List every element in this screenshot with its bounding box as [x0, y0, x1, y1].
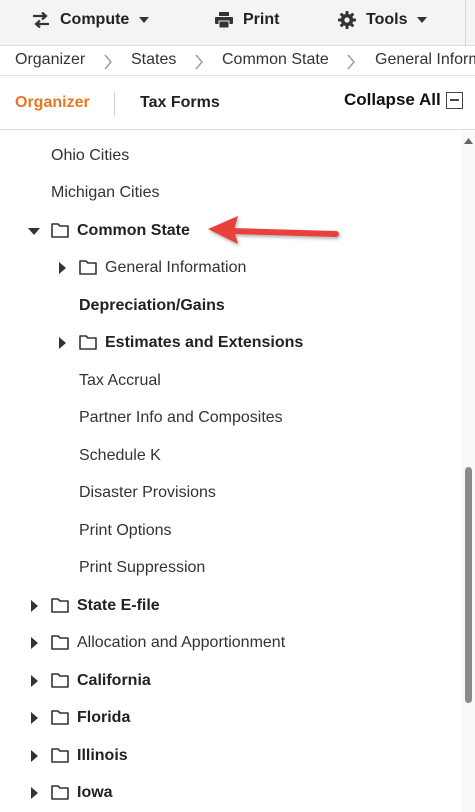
breadcrumb-item-organizer[interactable]: Organizer	[15, 51, 85, 69]
folder-icon	[79, 334, 97, 350]
tree-item-label: Partner Info and Composites	[79, 409, 283, 426]
tree-item-ohio-cities[interactable]: Ohio Cities	[0, 141, 460, 171]
tree-item-print-options[interactable]: Print Options	[0, 516, 460, 546]
folder-icon	[51, 672, 69, 688]
tree-item-label: Print Options	[79, 522, 172, 539]
tree-item-label: California	[77, 672, 151, 689]
chevron-down-icon	[139, 17, 150, 23]
toolbar: Compute Print Tools	[0, 0, 475, 46]
caret-right-icon[interactable]	[27, 748, 41, 764]
caret-right-icon[interactable]	[55, 260, 69, 276]
tree-item-print-suppression[interactable]: Print Suppression	[0, 553, 460, 583]
caret-right-icon[interactable]	[55, 335, 69, 351]
tools-button[interactable]: Tools	[338, 0, 428, 40]
tree-item-california[interactable]: California	[0, 666, 460, 696]
tree-item-general-information[interactable]: General Information	[0, 253, 460, 283]
folder-icon	[51, 597, 69, 613]
tree-item-partner-info-and-composites[interactable]: Partner Info and Composites	[0, 403, 460, 433]
tree-item-state-e-file[interactable]: State E-file	[0, 591, 460, 621]
tree-item-illinois[interactable]: Illinois	[0, 741, 460, 771]
compute-label: Compute	[60, 11, 130, 28]
print-button[interactable]: Print	[215, 0, 279, 40]
tree-item-florida[interactable]: Florida	[0, 703, 460, 733]
folder-icon	[51, 222, 69, 238]
tree-item-label: Illinois	[77, 747, 128, 764]
tree-item-allocation-and-apportionment[interactable]: Allocation and Apportionment	[0, 628, 460, 658]
collapse-all-label: Collapse All	[344, 90, 441, 109]
tree-item-label: General Information	[105, 259, 247, 276]
tree-item-label: Depreciation/Gains	[79, 297, 225, 314]
folder-icon	[51, 784, 69, 800]
caret-down-icon[interactable]	[27, 223, 41, 239]
tree-item-label: Schedule K	[79, 447, 161, 464]
chevron-right-icon	[195, 54, 203, 70]
breadcrumb-item-general-information[interactable]: General Information	[375, 51, 475, 69]
caret-right-icon[interactable]	[27, 673, 41, 689]
gear-icon	[338, 11, 356, 29]
folder-icon	[51, 634, 69, 650]
chevron-right-icon	[104, 54, 112, 70]
tree-item-label: Florida	[77, 709, 131, 726]
chevron-right-icon	[347, 54, 355, 70]
folder-icon	[51, 709, 69, 725]
compute-button[interactable]: Compute	[32, 0, 150, 40]
tree-item-depreciation-gains[interactable]: Depreciation/Gains	[0, 291, 460, 321]
caret-right-icon[interactable]	[27, 635, 41, 651]
tree-item-label: Michigan Cities	[51, 184, 160, 201]
tab-divider	[114, 92, 115, 116]
print-label: Print	[243, 11, 280, 28]
folder-icon	[51, 747, 69, 763]
caret-right-icon[interactable]	[27, 710, 41, 726]
swap-arrows-icon	[33, 12, 49, 28]
caret-right-icon[interactable]	[27, 785, 41, 801]
tree-item-label: Disaster Provisions	[79, 484, 216, 501]
printer-icon	[215, 12, 233, 28]
tree-item-disaster-provisions[interactable]: Disaster Provisions	[0, 478, 460, 508]
breadcrumb: Organizer States Common State General In…	[0, 46, 475, 76]
breadcrumb-item-states[interactable]: States	[131, 51, 176, 69]
tree-item-michigan-cities[interactable]: Michigan Cities	[0, 178, 460, 208]
breadcrumb-item-common-state[interactable]: Common State	[222, 51, 329, 69]
tree-item-label: Common State	[77, 222, 190, 239]
collapse-minus-icon	[445, 91, 463, 109]
tab-organizer[interactable]: Organizer	[15, 94, 90, 112]
tree-item-label: Tax Accrual	[79, 372, 161, 389]
tree-item-label: State E-file	[77, 597, 160, 614]
tree-item-label: Ohio Cities	[51, 147, 130, 164]
tree-item-iowa[interactable]: Iowa	[0, 778, 460, 808]
caret-right-icon[interactable]	[27, 598, 41, 614]
annotation-arrow-icon	[208, 216, 339, 244]
tree-item-label: Iowa	[77, 784, 113, 801]
folder-icon	[79, 259, 97, 275]
tree-item-label: Estimates and Extensions	[105, 334, 304, 351]
tree-item-label: Print Suppression	[79, 559, 206, 576]
tree-item-estimates-and-extensions[interactable]: Estimates and Extensions	[0, 328, 460, 358]
tree-item-tax-accrual[interactable]: Tax Accrual	[0, 366, 460, 396]
toolbar-divider	[465, 0, 466, 46]
tree-item-label: Allocation and Apportionment	[77, 634, 286, 651]
scroll-up-arrow-icon[interactable]	[464, 138, 473, 144]
tab-tax-forms[interactable]: Tax Forms	[140, 94, 220, 112]
panel-tabs: Organizer Tax Forms Collapse All	[0, 76, 475, 130]
scrollbar-thumb[interactable]	[465, 467, 472, 703]
chevron-down-icon	[417, 17, 428, 23]
tools-label: Tools	[366, 11, 408, 28]
tree-item-schedule-k[interactable]: Schedule K	[0, 441, 460, 471]
collapse-all-button[interactable]: Collapse All	[344, 90, 463, 110]
